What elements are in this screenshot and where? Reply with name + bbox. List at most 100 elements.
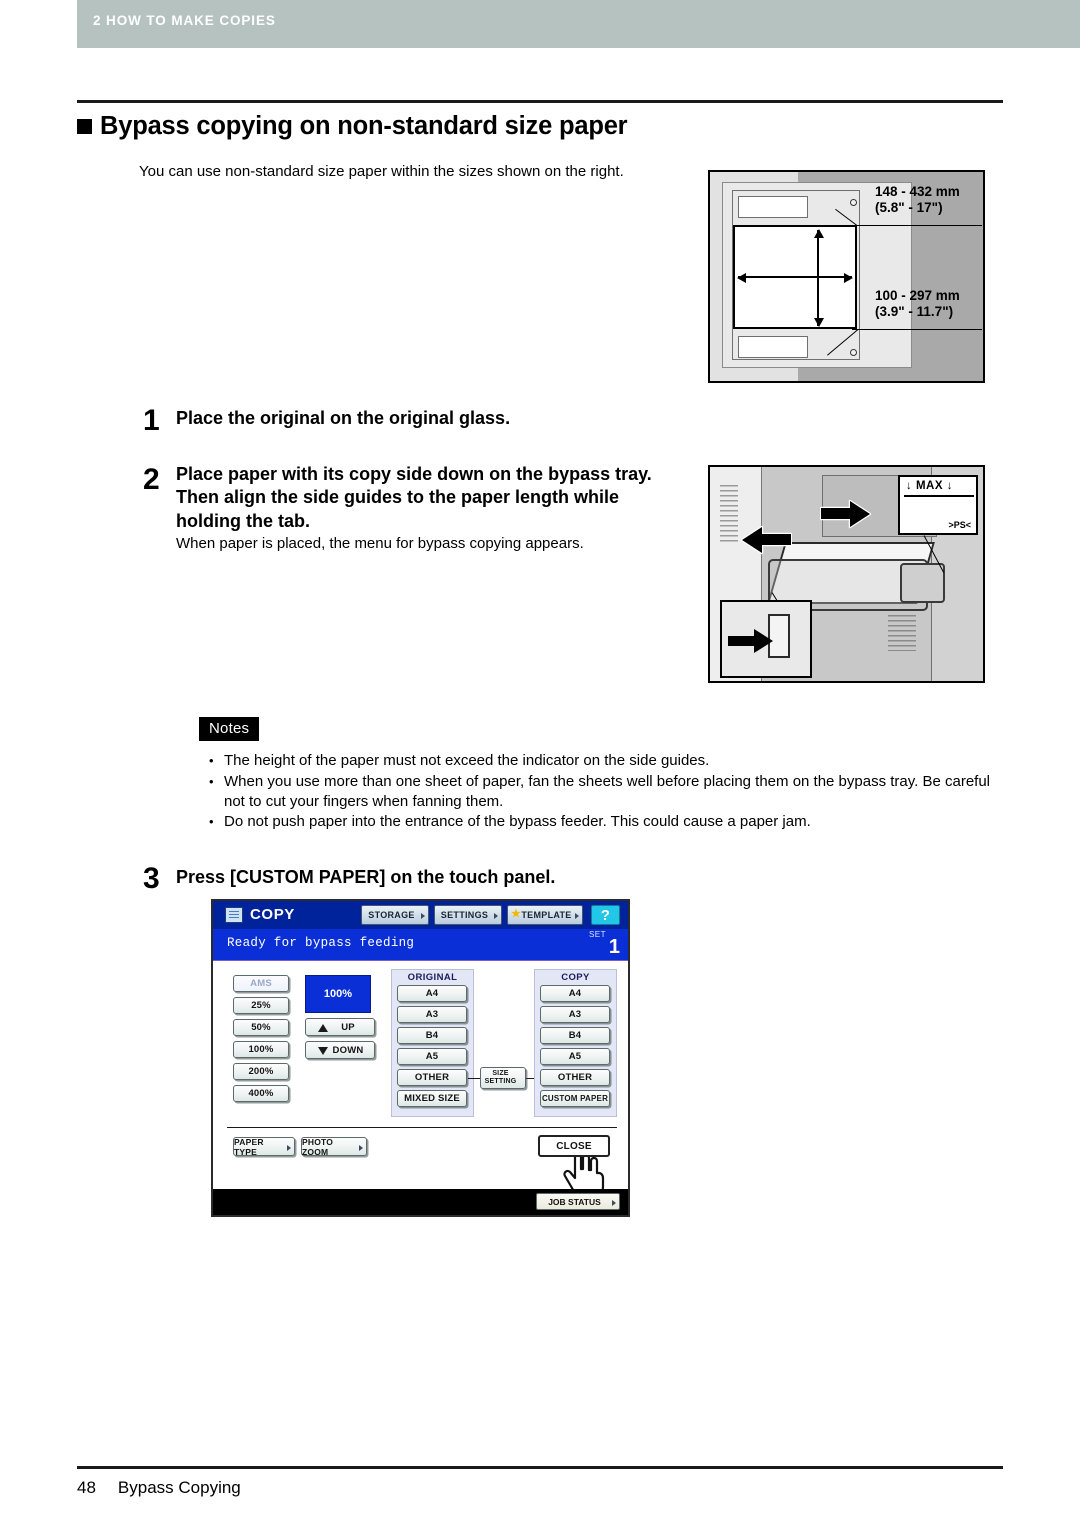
guide-align-arrow-left-icon bbox=[740, 525, 792, 555]
diagram-side-guide-bottom bbox=[738, 336, 808, 358]
job-status-label: JOB STATUS bbox=[548, 1196, 601, 1207]
original-a5-button[interactable]: A5 bbox=[397, 1048, 467, 1065]
zoom-preset-200-button[interactable]: 200% bbox=[233, 1063, 289, 1080]
paper-type-button[interactable]: PAPER TYPE bbox=[233, 1137, 295, 1157]
note-bullet-icon: • bbox=[209, 753, 214, 768]
copy-other-button[interactable]: OTHER bbox=[540, 1069, 610, 1086]
notes-tag: Notes bbox=[199, 717, 260, 741]
bypass-tray-illustration: ↓ MAX ↓ >PS< bbox=[708, 465, 985, 683]
zoom-down-label: DOWN bbox=[332, 1044, 364, 1056]
original-mixed-size-button[interactable]: MIXED SIZE bbox=[397, 1090, 467, 1107]
copy-a5-button[interactable]: A5 bbox=[540, 1048, 610, 1065]
tray-extension bbox=[900, 563, 945, 603]
copy-a3-button[interactable]: A3 bbox=[540, 1006, 610, 1023]
photo-zoom-button[interactable]: PHOTO ZOOM bbox=[301, 1136, 367, 1157]
chevron-right-icon bbox=[575, 913, 579, 919]
note-item: • When you use more than one sheet of pa… bbox=[202, 772, 1012, 812]
original-a4-button[interactable]: A4 bbox=[397, 985, 467, 1002]
footer-rule bbox=[77, 1466, 1003, 1469]
panel-horizontal-divider bbox=[227, 1127, 617, 1128]
diagram-pivot-top-icon bbox=[850, 199, 857, 206]
zoom-preset-100-button[interactable]: 100% bbox=[233, 1041, 289, 1058]
tray-lower-vent-icon bbox=[888, 615, 916, 651]
zoom-up-label: UP bbox=[341, 1021, 355, 1033]
size-setting-button[interactable]: SIZE SETTING bbox=[480, 1067, 526, 1089]
original-b4-button[interactable]: B4 bbox=[397, 1027, 467, 1044]
triangle-down-icon bbox=[318, 1047, 328, 1055]
storage-button-label: STORAGE bbox=[368, 910, 415, 920]
note-item: • Do not push paper into the entrance of… bbox=[202, 812, 1012, 832]
copy-mode-icon bbox=[225, 907, 243, 923]
original-other-button[interactable]: OTHER bbox=[397, 1069, 467, 1086]
ams-button[interactable]: AMS bbox=[233, 975, 289, 992]
status-message: Ready for bypass feeding bbox=[227, 936, 415, 950]
note-bullet-icon: • bbox=[209, 773, 214, 789]
diagram-side-guide-top bbox=[738, 196, 808, 218]
page-footer: 48 Bypass Copying bbox=[77, 1478, 241, 1498]
job-status-button[interactable]: JOB STATUS bbox=[536, 1193, 620, 1210]
panel-titlebar: COPY STORAGE SETTINGS ★ TEMPLATE ? bbox=[213, 901, 628, 929]
star-icon: ★ bbox=[511, 908, 522, 920]
zoom-preset-50-button[interactable]: 50% bbox=[233, 1019, 289, 1036]
template-button[interactable]: ★ TEMPLATE bbox=[507, 905, 583, 925]
note-item-text: The height of the paper must not exceed … bbox=[224, 752, 710, 769]
set-label: SET bbox=[588, 930, 606, 939]
photo-zoom-label: PHOTO ZOOM bbox=[302, 1136, 334, 1157]
chapter-title: 2 HOW TO MAKE COPIES bbox=[93, 13, 276, 28]
step-2-text: Place paper with its copy side down on t… bbox=[176, 464, 652, 531]
max-indicator-line bbox=[904, 495, 974, 497]
ps-label: >PS< bbox=[948, 520, 971, 530]
page-title: Bypass copying on non-standard size pape… bbox=[77, 112, 628, 141]
step-2-note: When paper is placed, the menu for bypas… bbox=[176, 535, 584, 552]
custom-paper-button[interactable]: CUSTOM PAPER bbox=[540, 1090, 610, 1107]
max-label: ↓ MAX ↓ bbox=[906, 480, 953, 492]
zoom-up-button[interactable]: UP bbox=[305, 1018, 375, 1036]
note-bullet-icon: • bbox=[209, 814, 214, 830]
note-item-text: Do not push paper into the entrance of t… bbox=[224, 813, 811, 831]
diagram-label-width: 100 - 297 mm (3.9" - 11.7") bbox=[875, 288, 960, 319]
zoom-preset-400-button[interactable]: 400% bbox=[233, 1085, 289, 1102]
settings-button-label: SETTINGS bbox=[440, 910, 489, 920]
step-3-text: Press [CUSTOM PAPER] on the touch panel. bbox=[176, 867, 556, 887]
step-2-number: 2 bbox=[143, 463, 160, 496]
chevron-right-icon bbox=[359, 1145, 363, 1151]
storage-button[interactable]: STORAGE bbox=[361, 905, 429, 925]
set-count: 1 bbox=[608, 936, 620, 958]
tab-holding-callout bbox=[720, 600, 812, 678]
panel-status-bar: Ready for bypass feeding SET 1 bbox=[213, 929, 628, 961]
zoom-down-button[interactable]: DOWN bbox=[305, 1041, 375, 1059]
diagram-leader-line-length bbox=[852, 225, 982, 226]
diagram-length-arrow bbox=[814, 229, 824, 327]
zoom-value-display: 100% bbox=[305, 975, 371, 1013]
help-button[interactable]: ? bbox=[591, 905, 620, 925]
tab-push-arrow-icon bbox=[728, 628, 774, 654]
guide-align-arrow-right-icon bbox=[820, 499, 872, 529]
notes-list: • The height of the paper must not excee… bbox=[202, 751, 1012, 833]
panel-title: COPY bbox=[250, 906, 295, 923]
diagram-width-arrow bbox=[737, 273, 853, 283]
settings-button[interactable]: SETTINGS bbox=[434, 905, 502, 925]
chevron-right-icon bbox=[612, 1200, 616, 1206]
chapter-header-band: 2 HOW TO MAKE COPIES bbox=[77, 0, 1080, 48]
chevron-right-icon bbox=[287, 1145, 291, 1151]
panel-main-area: AMS 25% 50% 100% 200% 400% 100% UP DOWN … bbox=[213, 961, 628, 1200]
template-button-label: TEMPLATE bbox=[521, 910, 572, 920]
original-a3-button[interactable]: A3 bbox=[397, 1006, 467, 1023]
intro-paragraph: You can use non-standard size paper with… bbox=[139, 163, 624, 180]
zoom-preset-25-button[interactable]: 25% bbox=[233, 997, 289, 1014]
page-title-text: Bypass copying on non-standard size pape… bbox=[100, 112, 628, 140]
step-1-number: 1 bbox=[143, 404, 160, 437]
copy-group-title: COPY bbox=[561, 972, 590, 983]
footer-section-name: Bypass Copying bbox=[117, 1478, 241, 1497]
note-item: • The height of the paper must not excee… bbox=[202, 751, 1012, 771]
square-bullet-icon bbox=[77, 119, 92, 134]
copy-b4-button[interactable]: B4 bbox=[540, 1027, 610, 1044]
step-1-text: Place the original on the original glass… bbox=[176, 408, 511, 428]
tray-vent-grille-icon bbox=[720, 485, 738, 543]
copy-a4-button[interactable]: A4 bbox=[540, 985, 610, 1002]
diagram-label-length: 148 - 432 mm (5.8" - 17") bbox=[875, 184, 960, 215]
panel-footer-bar: JOB STATUS bbox=[213, 1189, 628, 1215]
note-item-text: When you use more than one sheet of pape… bbox=[224, 772, 991, 810]
close-button[interactable]: CLOSE bbox=[538, 1135, 610, 1157]
diagram-pivot-bottom-icon bbox=[850, 349, 857, 356]
